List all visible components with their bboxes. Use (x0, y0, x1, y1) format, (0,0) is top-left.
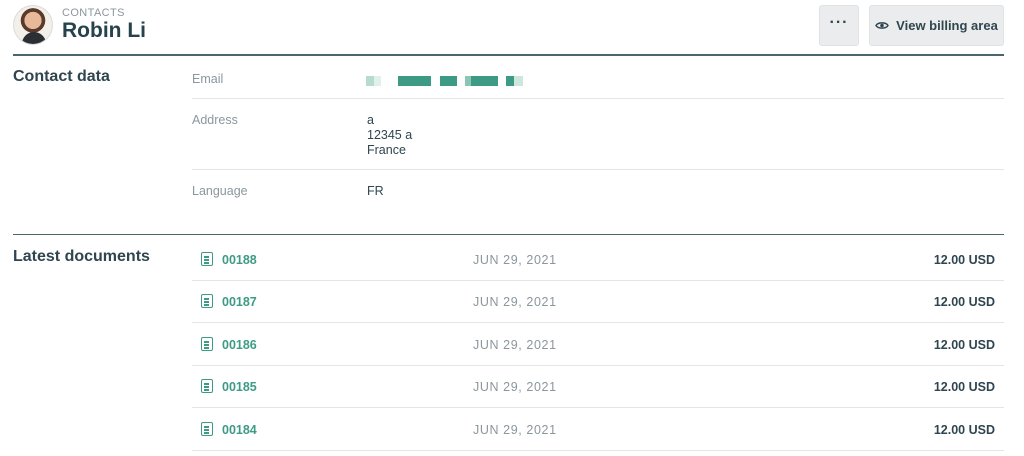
document-icon (201, 252, 213, 266)
document-date: JUN 29, 2021 (473, 253, 557, 267)
address-label: Address (192, 113, 238, 127)
document-amount: 12.00 USD (933, 295, 995, 309)
avatar-shirt (22, 32, 46, 44)
document-number-link[interactable]: 00187 (222, 295, 257, 309)
contact-data-heading: Contact data (13, 68, 110, 85)
document-date: JUN 29, 2021 (473, 295, 557, 309)
divider (192, 450, 1004, 451)
header-divider (13, 54, 1004, 56)
document-row[interactable]: 00187 JUN 29, 2021 12.00 USD (192, 280, 1004, 322)
page-title: Robin Li (62, 19, 146, 42)
email-value-redacted (366, 76, 526, 86)
view-billing-area-label: View billing area (896, 18, 998, 33)
email-label: Email (192, 72, 224, 86)
address-value: a 12345 a France (367, 113, 412, 158)
document-number-link[interactable]: 00185 (222, 380, 257, 394)
eye-icon (875, 22, 889, 29)
view-billing-area-button[interactable]: View billing area (869, 5, 1004, 46)
page-header: CONTACTS Robin Li ··· View billing area (0, 0, 1024, 56)
document-number-link[interactable]: 00184 (222, 423, 257, 437)
document-row[interactable]: 00186 JUN 29, 2021 12.00 USD (192, 323, 1004, 365)
address-line: 12345 a (367, 128, 413, 142)
document-amount: 12.00 USD (933, 338, 995, 352)
document-date: JUN 29, 2021 (473, 338, 557, 352)
document-icon (201, 337, 213, 351)
document-date: JUN 29, 2021 (473, 380, 557, 394)
document-amount: 12.00 USD (933, 380, 995, 394)
address-line: France (367, 143, 406, 157)
breadcrumb[interactable]: CONTACTS (62, 7, 125, 19)
language-value: FR (367, 184, 384, 198)
document-row[interactable]: 00188 JUN 29, 2021 12.00 USD (192, 238, 1004, 280)
document-row[interactable]: 00185 JUN 29, 2021 12.00 USD (192, 365, 1004, 407)
latest-documents-heading: Latest documents (13, 248, 150, 265)
document-number-link[interactable]: 00186 (222, 338, 257, 352)
more-icon: ··· (829, 13, 849, 31)
language-label: Language (192, 184, 248, 198)
document-number-link[interactable]: 00188 (222, 253, 257, 267)
document-date: JUN 29, 2021 (473, 423, 557, 437)
divider (192, 98, 1004, 99)
address-line: a (367, 113, 374, 127)
document-row[interactable]: 00184 JUN 29, 2021 12.00 USD (192, 408, 1004, 450)
avatar[interactable] (13, 5, 53, 45)
section-divider (13, 234, 1004, 235)
more-button[interactable]: ··· (819, 5, 859, 46)
divider (192, 169, 1004, 170)
document-icon (201, 379, 213, 393)
document-amount: 12.00 USD (933, 423, 995, 437)
document-icon (201, 422, 213, 436)
document-icon (201, 294, 213, 308)
document-amount: 12.00 USD (933, 253, 995, 267)
